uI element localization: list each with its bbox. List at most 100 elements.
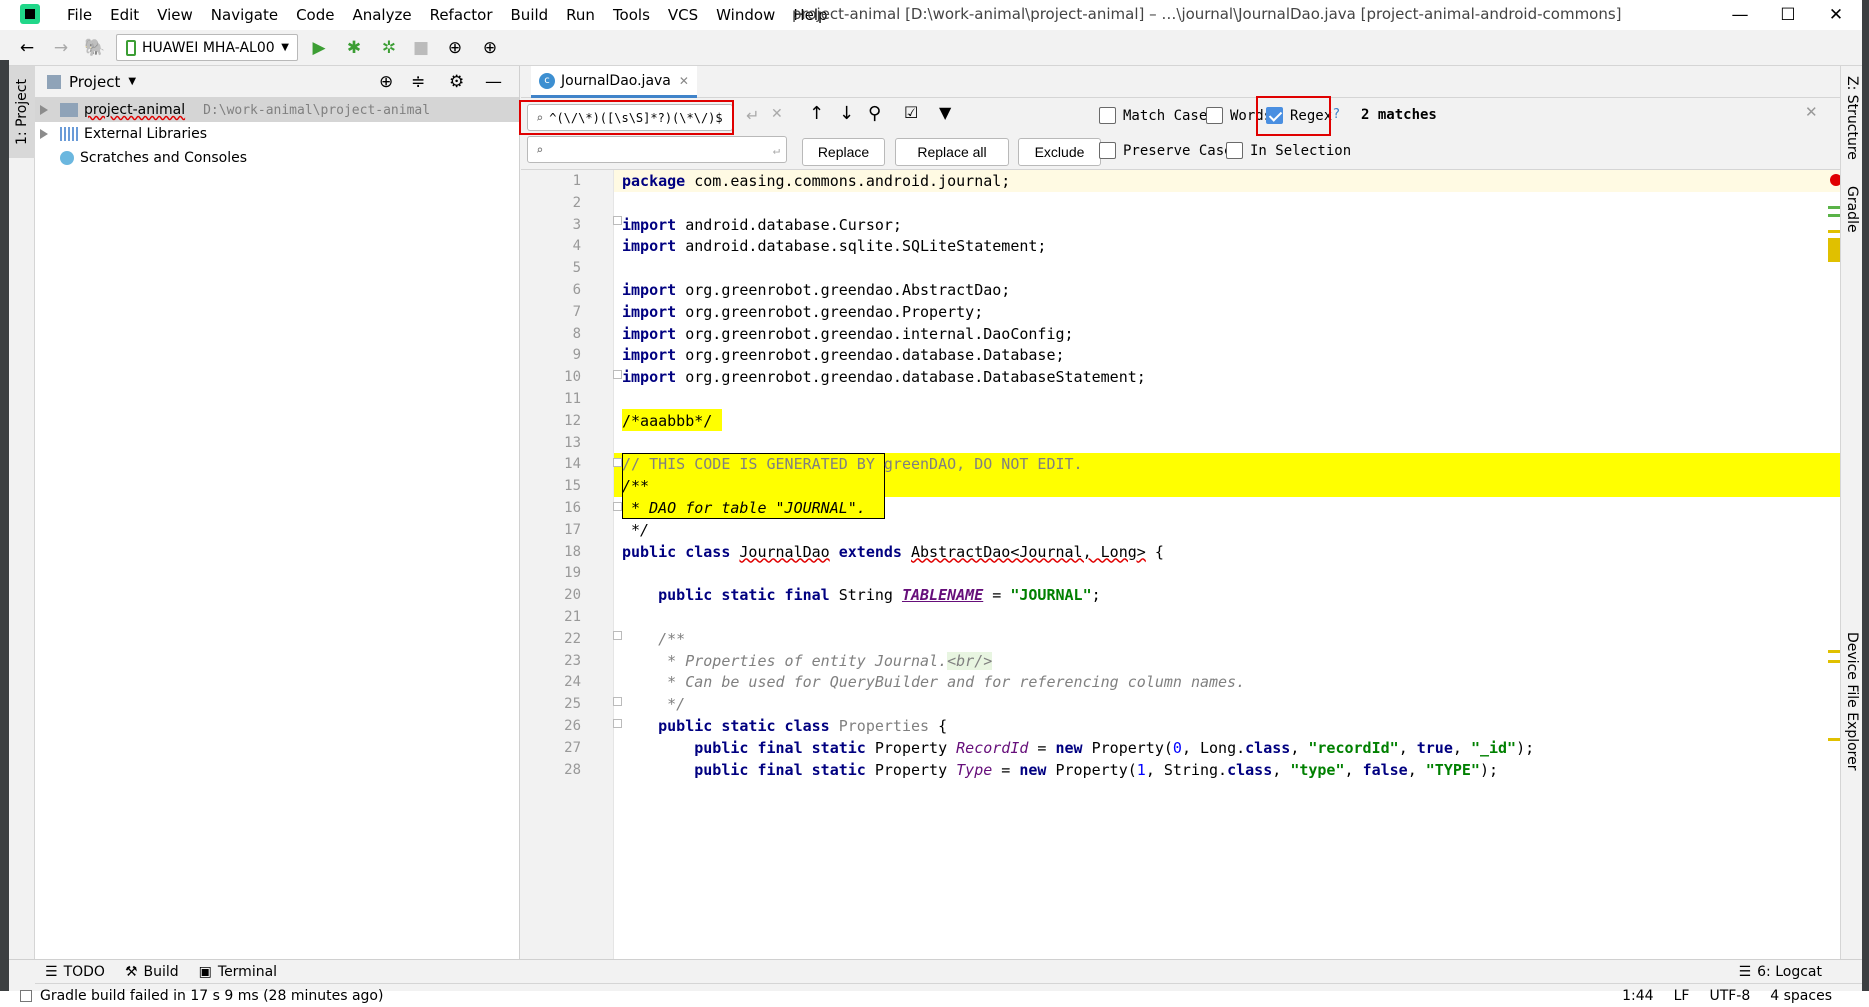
file-encoding[interactable]: UTF-8 — [1709, 988, 1750, 1004]
code-line[interactable]: 9 import org.greenrobot.greendao.database… — [521, 344, 1840, 366]
code-line[interactable]: 4 import android.database.sqlite.SQLiteSt… — [521, 235, 1840, 257]
locate-icon[interactable]: ⊕ — [379, 72, 393, 92]
menu-window[interactable]: Window — [707, 1, 784, 29]
code-line[interactable]: 14 // THIS CODE IS GENERATED BY greenDAO,… — [521, 453, 1840, 475]
tab-todo[interactable]: TODO — [64, 964, 105, 980]
filter-icon[interactable]: ▼ — [939, 103, 951, 122]
fold-marker-icon[interactable] — [613, 502, 622, 511]
code-line[interactable]: 17 */ — [521, 519, 1840, 541]
code-line[interactable]: 1 package com.easing.commons.android.jour… — [521, 170, 1840, 192]
code-text[interactable]: * DAO for table "JOURNAL". — [622, 499, 866, 517]
previous-occurrence-icon[interactable]: ↑ — [809, 103, 824, 124]
tab-terminal[interactable]: Terminal — [218, 964, 277, 980]
sdk-manager-icon[interactable]: ⊕ — [442, 35, 468, 61]
menu-build[interactable]: Build — [502, 1, 558, 29]
tree-item-external-libraries[interactable]: External Libraries — [35, 122, 519, 146]
code-line[interactable]: 15 /** — [521, 475, 1840, 497]
menu-code[interactable]: Code — [287, 1, 343, 29]
code-text[interactable]: public class JournalDao extends Abstract… — [622, 543, 1164, 561]
project-panel-title[interactable]: Project — [69, 73, 120, 91]
fold-marker-icon[interactable] — [613, 631, 622, 640]
avd-manager-icon[interactable]: ⊕ — [477, 35, 503, 61]
status-icon[interactable] — [20, 990, 32, 1002]
code-line[interactable]: 22 /** — [521, 628, 1840, 650]
close-find-icon[interactable]: ✕ — [1805, 103, 1818, 121]
code-line[interactable]: 16 * DAO for table "JOURNAL". — [521, 497, 1840, 519]
collapse-all-icon[interactable]: ≑ — [411, 72, 425, 92]
code-text[interactable]: /** — [622, 477, 649, 495]
code-line[interactable]: 25 */ — [521, 693, 1840, 715]
code-line[interactable]: 21 — [521, 606, 1840, 628]
debug-icon[interactable]: ✱ — [341, 35, 367, 61]
code-line[interactable]: 23 * Properties of entity Journal.<br/> — [521, 650, 1840, 672]
code-line[interactable]: 19 — [521, 562, 1840, 584]
code-text[interactable]: public static final String TABLENAME = "… — [622, 586, 1101, 604]
menu-run[interactable]: Run — [557, 1, 604, 29]
tab-journaldao[interactable]: c JournalDao.java ✕ — [531, 66, 697, 98]
code-line[interactable]: 27 public final static Property RecordId… — [521, 737, 1840, 759]
tree-item-scratches[interactable]: Scratches and Consoles — [35, 146, 519, 170]
code-line[interactable]: 8 import org.greenrobot.greendao.internal… — [521, 323, 1840, 345]
minimize-icon[interactable]: — — [1717, 0, 1763, 30]
code-text[interactable]: */ — [622, 521, 649, 539]
menu-view[interactable]: View — [148, 1, 202, 29]
code-line[interactable]: 20 public static final String TABLENAME … — [521, 584, 1840, 606]
code-area[interactable]: 1 package com.easing.commons.android.jour… — [521, 170, 1844, 959]
menu-file[interactable]: File — [58, 1, 101, 29]
newline-icon[interactable]: ↵ — [746, 106, 759, 125]
expand-arrow-icon[interactable] — [40, 105, 48, 115]
replace-button[interactable]: Replace — [802, 138, 885, 166]
gear-icon[interactable]: ⚙ — [449, 72, 464, 92]
menu-analyze[interactable]: Analyze — [343, 1, 420, 29]
status-message[interactable]: Gradle build failed in 17 s 9 ms (28 min… — [40, 988, 383, 1004]
sync-gradle-icon[interactable]: 🐘 — [82, 35, 108, 61]
clear-icon[interactable]: ✕ — [771, 106, 783, 122]
menu-navigate[interactable]: Navigate — [202, 1, 287, 29]
device-selector[interactable]: HUAWEI MHA-AL00 ▼ — [116, 34, 298, 61]
replace-all-button[interactable]: Replace all — [895, 138, 1009, 166]
menu-vcs[interactable]: VCS — [659, 1, 707, 29]
code-text[interactable]: import org.greenrobot.greendao.AbstractD… — [622, 281, 1010, 299]
code-line[interactable]: 26 public static class Properties { — [521, 715, 1840, 737]
chevron-down-icon[interactable]: ▼ — [128, 76, 136, 87]
tab-build[interactable]: Build — [144, 964, 179, 980]
replace-field[interactable]: ⌕ ↵ — [527, 136, 787, 163]
line-separator[interactable]: LF — [1674, 988, 1690, 1004]
code-line[interactable]: 18 public class JournalDao extends Abstra… — [521, 541, 1840, 563]
select-all-occurrences-icon[interactable]: ☑ — [904, 103, 918, 122]
exclude-button[interactable]: Exclude — [1018, 138, 1101, 166]
code-text[interactable]: /*aaabbb*/ — [622, 412, 712, 430]
expand-arrow-icon[interactable] — [40, 129, 48, 139]
find-all-icon[interactable]: ⚲ — [868, 103, 881, 124]
close-tab-icon[interactable]: ✕ — [679, 74, 689, 88]
code-text[interactable]: package com.easing.commons.android.journ… — [622, 172, 1010, 190]
code-text[interactable]: import android.database.sqlite.SQLiteSta… — [622, 237, 1046, 255]
fold-marker-icon[interactable] — [613, 216, 622, 225]
code-line[interactable]: 28 public final static Property Type = n… — [521, 759, 1840, 781]
next-occurrence-icon[interactable]: ↓ — [839, 103, 854, 124]
preserve-case-checkbox[interactable]: Preserve Case — [1099, 142, 1233, 159]
maximize-icon[interactable]: ☐ — [1765, 0, 1811, 30]
stop-icon[interactable]: ■ — [408, 35, 434, 61]
regex-help-link[interactable]: ? — [1333, 107, 1340, 122]
code-text[interactable]: import org.greenrobot.greendao.database.… — [622, 368, 1146, 386]
tab-gradle[interactable]: Gradle — [1844, 186, 1860, 233]
fold-marker-icon[interactable] — [613, 458, 622, 467]
menu-tools[interactable]: Tools — [604, 1, 659, 29]
code-text[interactable]: */ — [622, 695, 685, 713]
code-text[interactable]: public static class Properties { — [622, 717, 947, 735]
code-text[interactable]: public final static Property RecordId = … — [622, 739, 1534, 757]
code-line[interactable]: 11 — [521, 388, 1840, 410]
code-text[interactable]: import org.greenrobot.greendao.Property; — [622, 303, 983, 321]
close-icon[interactable]: ✕ — [1813, 0, 1859, 30]
tab-structure[interactable]: Z: Structure — [1844, 76, 1860, 160]
code-line[interactable]: 7 import org.greenrobot.greendao.Property… — [521, 301, 1840, 323]
run-icon[interactable]: ▶ — [306, 35, 332, 61]
back-icon[interactable]: ← — [14, 35, 40, 61]
code-line[interactable]: 12 /*aaabbb*/ — [521, 410, 1840, 432]
tab-device-file-explorer[interactable]: Device File Explorer — [1844, 632, 1860, 771]
attach-debugger-icon[interactable]: ✲ — [376, 35, 402, 61]
match-case-checkbox[interactable]: Match Case — [1099, 107, 1207, 124]
caret-position[interactable]: 1:44 — [1622, 988, 1653, 1004]
tab-project[interactable]: 1: Project — [9, 66, 35, 158]
